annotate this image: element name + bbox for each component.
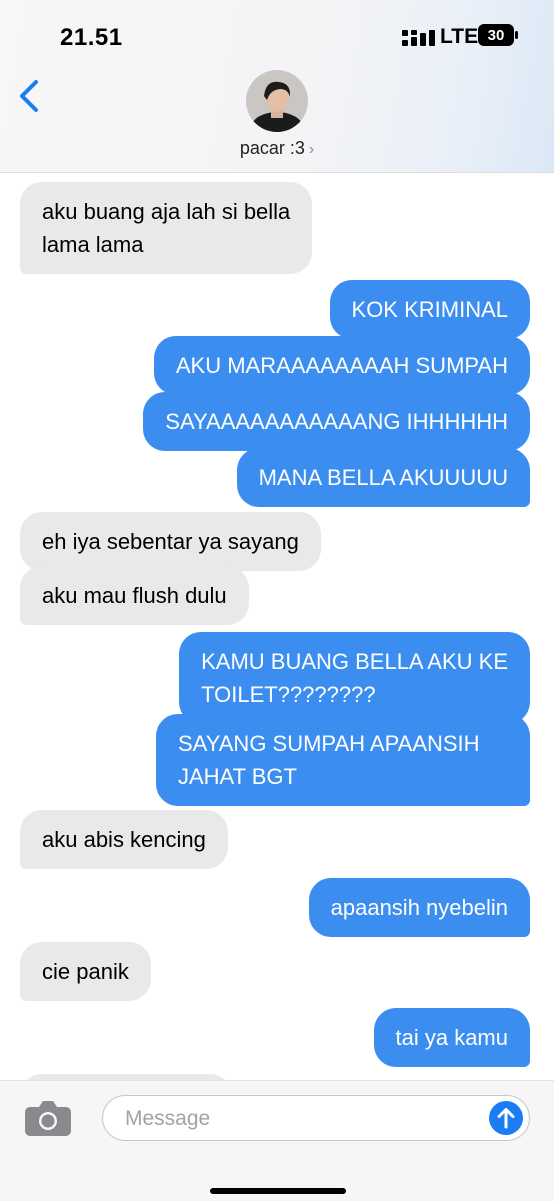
network-type: LTE bbox=[440, 25, 479, 48]
send-button[interactable] bbox=[489, 1101, 523, 1135]
message-line: SAYANG SUMPAH APAANSIH bbox=[178, 731, 480, 756]
outgoing-message[interactable]: KAMU BUANG BELLA AKU KE TOILET???????? bbox=[179, 632, 530, 724]
incoming-message[interactable]: aku mau flush dulu bbox=[20, 566, 249, 625]
status-bar: 21.51 LTE 30 bbox=[0, 0, 554, 74]
back-chevron-icon[interactable] bbox=[16, 78, 42, 114]
message-line: MANA BELLA AKUUUUU bbox=[258, 465, 508, 490]
signal-icon bbox=[402, 30, 435, 46]
message-line: AKU MARAAAAAAAAH SUMPAH bbox=[175, 353, 508, 378]
camera-icon[interactable] bbox=[24, 1099, 72, 1137]
message-line: cie panik bbox=[42, 959, 129, 984]
message-thread[interactable]: aku buang aja lah si bella lama lama KOK… bbox=[0, 172, 554, 1080]
outgoing-message[interactable]: AKU MARAAAAAAAAH SUMPAH bbox=[153, 336, 530, 395]
outgoing-message[interactable]: MANA BELLA AKUUUUU bbox=[236, 448, 530, 507]
message-line: TOILET???????? bbox=[201, 682, 376, 707]
message-line: lama lama bbox=[42, 232, 144, 257]
outgoing-message[interactable]: SAYANG SUMPAH APAANSIH JAHAT BGT bbox=[156, 714, 530, 806]
outgoing-message[interactable]: SAYAAAAAAAAAAANG IHHHHHH bbox=[143, 392, 530, 451]
message-line: aku abis kencing bbox=[42, 827, 206, 852]
compose-bar bbox=[0, 1080, 554, 1201]
message-line: aku mau flush dulu bbox=[42, 583, 227, 608]
incoming-message[interactable]: aku buang aja lah si bella lama lama bbox=[20, 182, 313, 274]
message-input[interactable] bbox=[123, 1096, 467, 1142]
contact-name: pacar :3 bbox=[239, 138, 305, 158]
outgoing-message[interactable]: apaansih nyebelin bbox=[308, 878, 530, 937]
message-line: KOK KRIMINAL bbox=[351, 297, 508, 322]
send-arrow-icon bbox=[497, 1108, 515, 1129]
chevron-right-icon: › bbox=[308, 141, 315, 158]
contact-avatar[interactable] bbox=[246, 70, 308, 132]
conversation-header: 21.51 LTE 30 pacar :3 › bbox=[0, 0, 554, 173]
status-time: 21.51 bbox=[60, 24, 123, 51]
message-line: apaansih nyebelin bbox=[330, 895, 508, 920]
message-line: JAHAT BGT bbox=[178, 764, 297, 789]
message-line: aku buang aja lah si bella bbox=[42, 199, 291, 224]
avatar-photo bbox=[246, 70, 308, 132]
message-line: SAYAAAAAAAAAAANG IHHHHHH bbox=[165, 409, 508, 434]
message-line: KAMU BUANG BELLA AKU KE bbox=[201, 649, 508, 674]
outgoing-message[interactable]: KOK KRIMINAL bbox=[329, 280, 530, 339]
message-line: tai ya kamu bbox=[395, 1025, 509, 1050]
outgoing-message[interactable]: tai ya kamu bbox=[373, 1008, 530, 1067]
contact-name-button[interactable]: pacar :3 › bbox=[0, 138, 554, 159]
battery-icon: 30 bbox=[478, 24, 518, 46]
incoming-message[interactable]: aku abis kencing bbox=[20, 810, 228, 869]
message-line: eh iya sebentar ya sayang bbox=[42, 529, 299, 554]
incoming-message[interactable]: eh iya sebentar ya sayang bbox=[20, 512, 321, 571]
incoming-message[interactable]: cie panik bbox=[20, 942, 151, 1001]
message-field[interactable] bbox=[102, 1095, 530, 1142]
home-indicator bbox=[210, 1188, 346, 1194]
battery-level: 30 bbox=[488, 27, 505, 44]
